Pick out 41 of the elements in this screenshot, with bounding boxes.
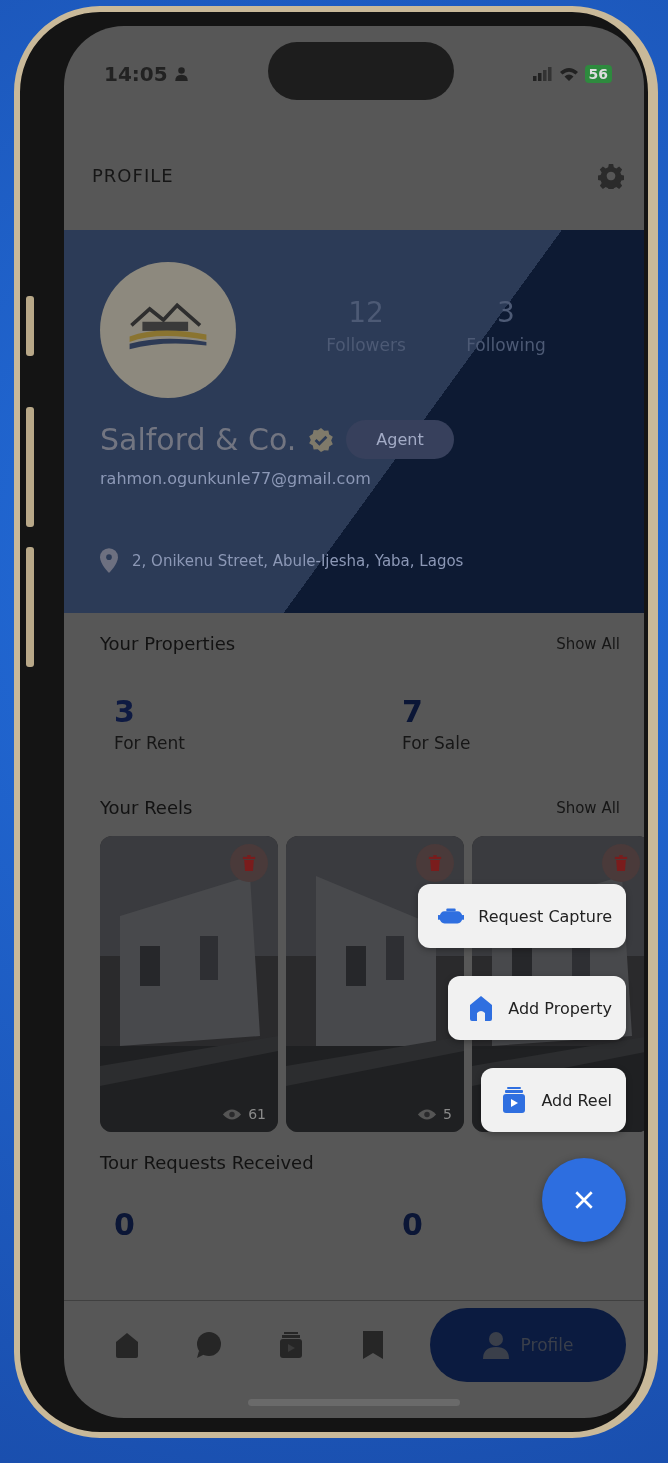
page-title: PROFILE xyxy=(92,165,174,186)
profile-email: rahmon.ogunkunle77@gmail.com xyxy=(100,469,372,488)
view-count: 61 xyxy=(248,1106,266,1122)
close-button[interactable] xyxy=(542,1158,626,1242)
home-icon xyxy=(468,995,495,1021)
profile-name: Salford & Co. xyxy=(100,422,297,457)
trash-icon xyxy=(428,855,442,871)
video-stack-icon xyxy=(501,1087,528,1113)
chat-bubble-icon xyxy=(195,1330,223,1359)
count-label: For Rent xyxy=(114,733,186,753)
section-title: Your Properties xyxy=(100,633,236,654)
count-label: For Sale xyxy=(402,733,472,753)
role-badge: Agent xyxy=(346,420,454,459)
section-title: Tour Requests Received xyxy=(100,1152,314,1173)
signal-icon xyxy=(532,66,553,81)
count-value: 0 xyxy=(114,1207,136,1242)
video-stack-icon xyxy=(280,1331,302,1358)
count-value: 3 xyxy=(114,694,136,729)
bookmark-icon xyxy=(363,1330,383,1359)
profile-address: 2, Onikenu Street, Abule-Ijesha, Yaba, Lagos xyxy=(132,551,464,570)
settings-icon[interactable] xyxy=(598,162,624,189)
eye-icon xyxy=(222,1107,243,1121)
menu-item[interactable]: Add Property xyxy=(448,976,626,1040)
eye-icon xyxy=(417,1107,438,1121)
wifi-icon xyxy=(558,66,579,81)
stat-label: Following xyxy=(466,334,546,355)
count-value: 7 xyxy=(402,694,424,729)
stat-value: 3 xyxy=(497,295,515,329)
menu-item[interactable]: Add Reel xyxy=(481,1068,626,1132)
home-icon xyxy=(115,1331,139,1358)
battery-level: 56 xyxy=(584,64,612,83)
person-icon xyxy=(482,1330,509,1359)
count-value: 0 xyxy=(402,1207,424,1242)
person-icon xyxy=(173,66,189,81)
view-count: 5 xyxy=(443,1106,452,1122)
close-icon xyxy=(573,1189,595,1211)
menu-item[interactable]: Request Capture xyxy=(418,884,626,948)
trash-icon xyxy=(242,855,256,871)
trash-icon xyxy=(614,855,628,871)
section-title: Your Reels xyxy=(100,797,193,818)
location-pin-icon xyxy=(100,548,118,573)
